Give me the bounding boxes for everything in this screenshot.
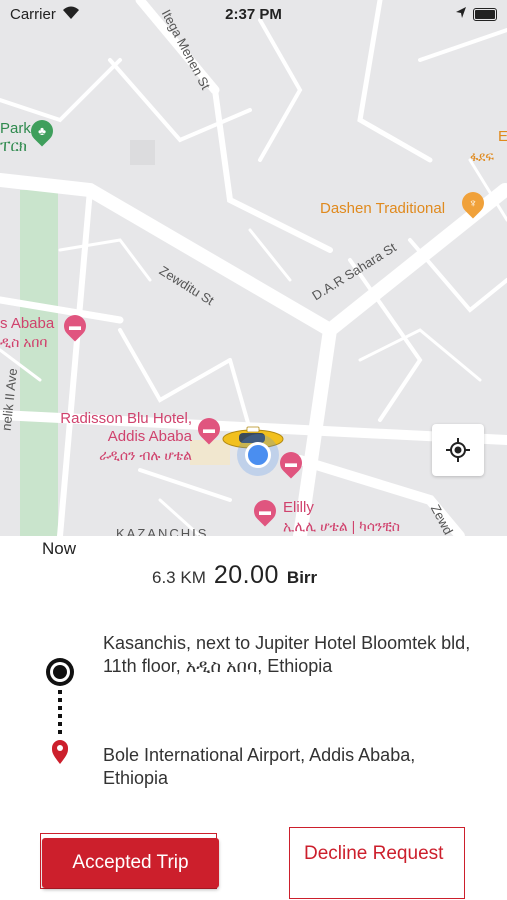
trip-request-sheet: Now 6.3 KM 20.00 Birr Kasanchis, next to… — [0, 536, 507, 900]
poi-radisson-name: Radisson Blu Hotel, — [60, 410, 192, 427]
fare-summary: 6.3 KM 20.00 Birr — [152, 561, 317, 590]
map-view[interactable]: Itega Menen St Zewditu St D.A.R Sahara S… — [0, 0, 507, 536]
poi-dashen: Dashen Traditional — [320, 200, 446, 217]
poi-addis-ababa-name: s Ababa — [0, 315, 55, 332]
district-label-kazanchis: KAZANCHIS — [116, 526, 209, 536]
hotel-icon: ▬ — [59, 310, 91, 342]
location-arrow-icon — [456, 7, 466, 18]
poi-radisson-city: Addis Ababa — [107, 428, 192, 445]
restaurant-icon: ♆ — [457, 187, 489, 219]
poi-elilly: Elilly ኢሊሊ ሆቴል | ካሳንቺስ — [283, 499, 400, 535]
recenter-button[interactable] — [432, 424, 484, 476]
poi-elilly-name-am: ኢሊሊ ሆቴል | ካሳንቺስ — [283, 518, 400, 534]
dropoff-pin-icon — [52, 740, 68, 764]
poi-radisson-name-am: ራዲሰን ብሉ ሆቴል — [99, 447, 192, 463]
poi-park-name: Park — [0, 120, 31, 137]
trip-time-label: Now — [42, 539, 77, 558]
accept-trip-button[interactable]: Accepted Trip — [42, 838, 219, 888]
hotel-icon: ▬ — [249, 495, 281, 527]
fare-currency: Birr — [286, 568, 318, 587]
hotel-icon: ▬ — [193, 413, 225, 445]
crosshair-icon — [446, 438, 470, 462]
status-bar: Carrier 2:37 PM — [0, 0, 507, 30]
pickup-marker-icon — [46, 658, 74, 686]
tree-icon: ♣ — [26, 115, 58, 147]
poi-adfa: ፋደፍ — [470, 149, 494, 164]
route-connector — [46, 658, 74, 764]
trip-distance: 6.3 KM — [152, 568, 206, 587]
poi-elilly-name: Elilly — [283, 499, 314, 516]
hotel-icon: ▬ — [275, 447, 307, 479]
current-location-dot — [245, 442, 271, 468]
pickup-address: Kasanchis, next to Jupiter Hotel Bloomte… — [103, 633, 471, 676]
poi-park-name-am: ፐርክ — [0, 138, 27, 155]
poi-park-label: Park ፐርክ — [0, 120, 31, 156]
battery-icon — [473, 8, 497, 21]
status-time: 2:37 PM — [225, 6, 282, 23]
poi-radisson: Radisson Blu Hotel, Addis Ababa ራዲሰን ብሉ … — [50, 410, 192, 464]
poi-addis-ababa-name-am: ዲስ አበባ — [0, 334, 48, 350]
fare-amount: 20.00 — [213, 561, 279, 589]
poi-adfa-top: E — [498, 128, 507, 145]
route-dots — [58, 690, 62, 734]
decline-request-button[interactable]: Decline Request — [289, 827, 465, 899]
poi-addis-ababa-hotel: s Ababa ዲስ አበባ — [0, 315, 54, 351]
dropoff-address: Bole International Airport, Addis Ababa,… — [103, 745, 416, 788]
